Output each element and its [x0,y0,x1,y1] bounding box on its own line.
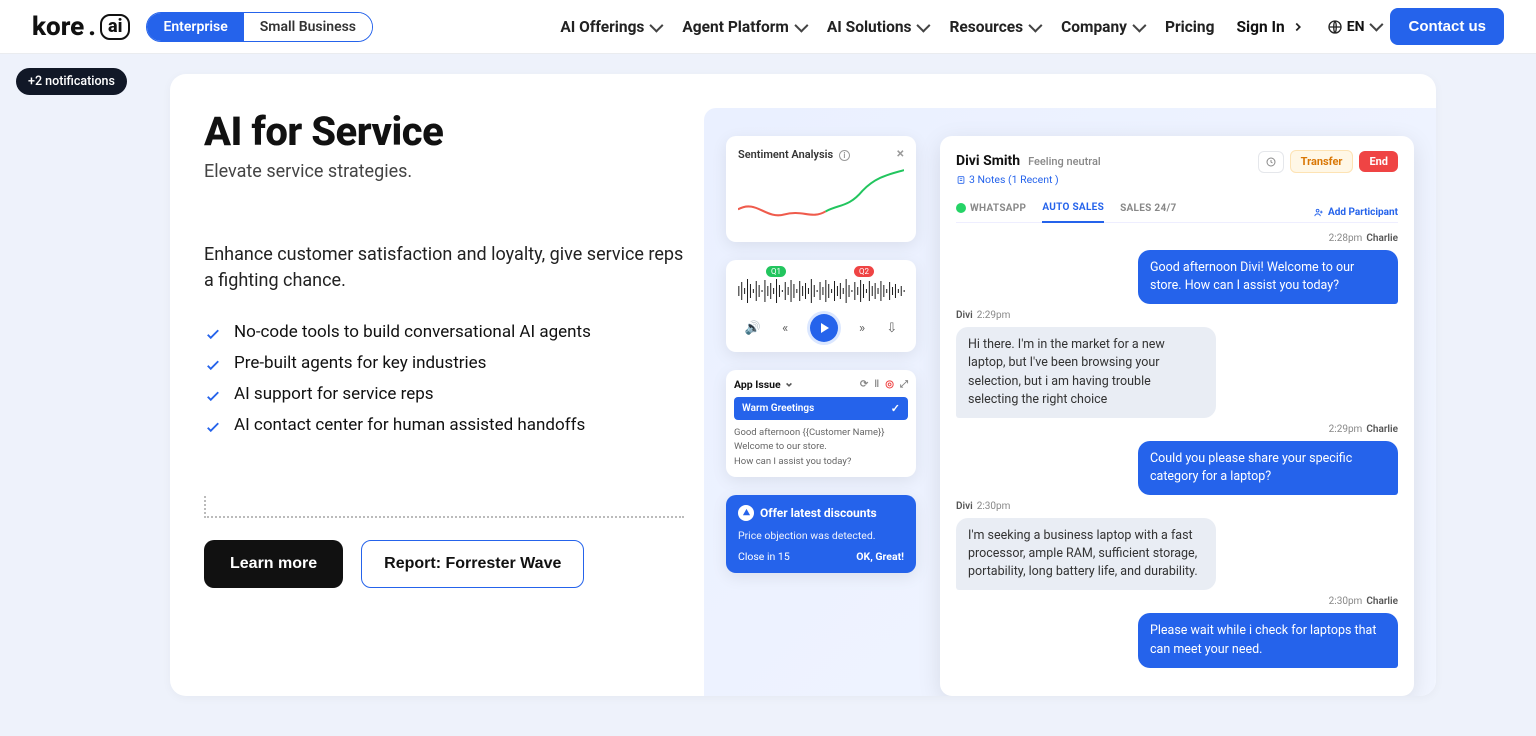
hero-card: AI for Service Elevate service strategie… [170,74,1436,696]
user-bubble: Hi there. I'm in the market for a new la… [956,327,1216,418]
app-issue-card: App Issue ⟳ ‖ ◎ ⤢ Warm Greetings ✓ [726,370,916,477]
user-bubble: I'm seeking a business laptop with a fas… [956,518,1216,590]
nav-agent-platform[interactable]: Agent Platform [682,18,804,36]
agent-bubble: Please wait while i check for laptops th… [1138,613,1398,667]
check-icon [204,387,222,405]
chat-mood: Feeling neutral [1028,155,1101,168]
hero-bullets: No-code tools to build conversational AI… [204,322,684,436]
chat-panel: Divi Smith Feeling neutral 3 Notes (1 Re… [940,136,1414,696]
end-button[interactable]: End [1359,151,1398,172]
forward-icon[interactable]: » [859,321,865,336]
preview-col-a: Sentiment Analysis i × Q1 Q2 [726,136,916,696]
user-plus-icon [1313,207,1324,218]
audience-toggle: Enterprise Small Business [146,12,373,42]
sentiment-chart [738,168,904,230]
bullet: No-code tools to build conversational AI… [204,322,684,343]
info-icon[interactable]: i [839,150,850,161]
notifications-badge[interactable]: +2 notifications [16,68,127,95]
audio-card: Q1 Q2 🔊 « » ⇩ [726,260,916,352]
forrester-report-button[interactable]: Report: Forrester Wave [361,540,584,588]
expand-icon[interactable]: ⤢ [900,379,908,390]
note-icon [956,175,966,185]
chat-customer-name: Divi Smith [956,153,1020,169]
bullet: AI contact center for human assisted han… [204,415,684,436]
nav-resources[interactable]: Resources [949,18,1039,36]
q2-tag: Q2 [854,266,874,277]
check-circle-icon: ✓ [891,402,900,415]
play-button[interactable] [810,314,838,342]
target-icon[interactable]: ◎ [885,379,894,390]
top-header: kore.ai Enterprise Small Business AI Off… [0,0,1536,54]
waveform [734,276,908,306]
transfer-button[interactable]: Transfer [1290,150,1354,173]
msg-meta: 2:29pmCharlie [956,424,1398,435]
tab-auto-sales[interactable]: AUTO SALES [1042,202,1104,223]
contact-us-button[interactable]: Contact us [1390,8,1504,45]
card-tools: ⟳ ‖ ◎ ⤢ [860,379,908,390]
offer-ok[interactable]: OK, Great! [856,550,904,563]
refresh-icon[interactable]: ⟳ [860,379,868,390]
agent-bubble: Could you please share your specific cat… [1138,441,1398,495]
check-icon [204,356,222,374]
volume-icon[interactable]: 🔊 [745,321,761,336]
bullet: Pre-built agents for key industries [204,353,684,374]
main-nav: AI Offerings Agent Platform AI Solutions… [560,8,1504,45]
logo[interactable]: kore.ai [32,12,130,42]
hero-subtitle: Elevate service strategies. [204,161,684,182]
hero-left: AI for Service Elevate service strategie… [204,108,684,696]
download-icon[interactable]: ⇩ [886,321,897,336]
nav-ai-solutions[interactable]: AI Solutions [827,18,928,36]
triangle-up-icon [738,505,754,521]
tab-sales-247[interactable]: SALES 24/7 [1120,202,1176,222]
sign-in-link[interactable]: Sign In [1236,18,1304,36]
bullet: AI support for service reps [204,384,684,405]
chevron-down-icon[interactable] [785,381,793,389]
q1-tag: Q1 [766,266,786,277]
agent-bubble: Good afternoon Divi! Welcome to our stor… [1138,250,1398,304]
offer-card: Offer latest discounts Price objection w… [726,495,916,573]
learn-more-button[interactable]: Learn more [204,540,343,588]
chevron-right-icon [1291,20,1305,34]
seg-enterprise[interactable]: Enterprise [147,13,243,41]
nav-company[interactable]: Company [1061,18,1143,36]
hero-right: Sentiment Analysis i × Q1 Q2 [704,108,1436,696]
nav-ai-offerings[interactable]: AI Offerings [560,18,660,36]
hero-ctas: Learn more Report: Forrester Wave [204,516,684,588]
add-participant[interactable]: Add Participant [1313,207,1398,218]
check-icon [204,418,222,436]
whatsapp-icon [956,203,966,213]
sentiment-title: Sentiment Analysis i [738,148,850,161]
offer-detail: Price objection was detected. [738,529,904,542]
check-icon [204,325,222,343]
greeting-template: Good afternoon {{Customer Name}} Welcome… [734,426,908,469]
history-button[interactable] [1258,151,1284,173]
seg-smb[interactable]: Small Business [244,13,372,41]
tab-whatsapp[interactable]: WHATSAPP [956,202,1026,222]
msg-meta: 2:28pmCharlie [956,233,1398,244]
close-icon[interactable]: × [897,146,904,162]
hero-title: AI for Service [204,108,684,155]
app-issue-title: App Issue [734,378,781,391]
nav-pricing[interactable]: Pricing [1165,18,1215,36]
msg-meta: 2:30pmCharlie [956,596,1398,607]
msg-meta: Divi2:29pm [956,310,1398,321]
chat-notes[interactable]: 3 Notes (1 Recent ) [956,173,1101,186]
globe-icon [1327,19,1343,35]
preview-col-b: Divi Smith Feeling neutral 3 Notes (1 Re… [940,136,1414,696]
pause-icon[interactable]: ‖ [874,379,879,390]
offer-close-in: Close in 15 [738,550,790,563]
hero-desc: Enhance customer satisfaction and loyalt… [204,242,684,294]
msg-meta: Divi2:30pm [956,501,1398,512]
rewind-icon[interactable]: « [782,321,788,336]
sentiment-card: Sentiment Analysis i × [726,136,916,242]
warm-greetings-chip[interactable]: Warm Greetings ✓ [734,397,908,420]
page: AI for Service Elevate service strategie… [0,54,1536,736]
language-switcher[interactable]: EN [1327,19,1369,35]
